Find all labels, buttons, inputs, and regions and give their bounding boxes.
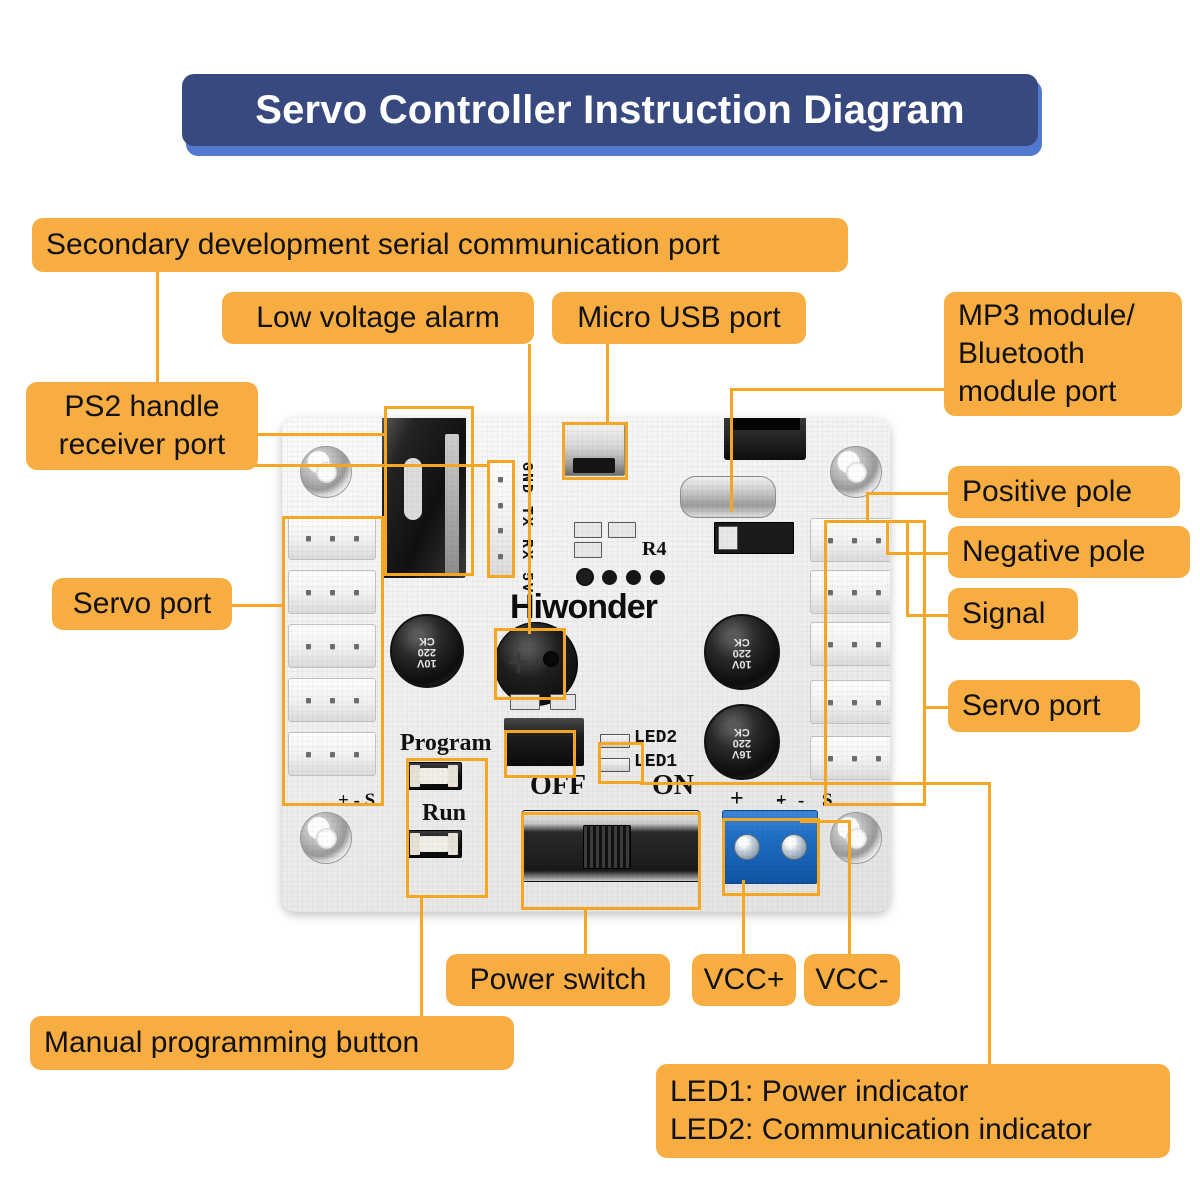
highlight-regulator [504, 730, 576, 778]
label-vcc-plus-text: VCC+ [703, 963, 785, 996]
leader-servo-right-h [926, 706, 950, 709]
label-servo-port-right-text: Servo port [962, 689, 1101, 722]
label-signal-text: Signal [962, 597, 1046, 630]
silkscreen-servo-minus: - [798, 790, 805, 811]
leader-vcc-plus-v [742, 880, 745, 956]
smd-resistor-3 [574, 542, 602, 558]
label-micro-usb-port-text: Micro USB port [577, 301, 781, 334]
test-pad-3 [626, 570, 641, 585]
smd-resistor-1 [574, 522, 602, 538]
label-low-voltage-alarm-text: Low voltage alarm [256, 301, 500, 334]
label-signal: Signal [948, 588, 1078, 640]
label-micro-usb-port: Micro USB port [552, 292, 806, 344]
capacitor-left: 10V 220 CK [390, 614, 464, 688]
silkscreen-terminal-plus: + [730, 786, 744, 812]
label-vcc-minus-text: VCC- [815, 963, 889, 996]
test-pad-4 [650, 570, 665, 585]
label-servo-port-right: Servo port [948, 680, 1140, 732]
leader-micro-usb-v [606, 344, 609, 424]
label-servo-port-left-text: Servo port [72, 587, 212, 620]
leader-vcc-minus-v [848, 820, 851, 956]
capacitor-right-bottom: 16V 220 CK [704, 704, 780, 780]
label-secondary-serial-port: Secondary development serial communicati… [32, 218, 848, 272]
leader-power-switch-v [584, 908, 587, 956]
highlight-servo-left [282, 516, 384, 806]
label-positive-pole-text: Positive pole [962, 475, 1133, 508]
label-servo-port-left: Servo port [52, 578, 232, 630]
leader-positive-h [866, 492, 950, 495]
label-positive-pole: Positive pole [948, 466, 1180, 518]
leader-mp3-h [730, 388, 950, 391]
leader-servo-left-h [232, 604, 284, 607]
capacitor-right-top: 10V 220 CK [704, 614, 780, 690]
label-mp3-bluetooth-port-text: MP3 module/ Bluetooth module port [958, 299, 1135, 408]
label-led-legend: LED1: Power indicator LED2: Communicatio… [656, 1064, 1170, 1158]
highlight-buttons [406, 758, 488, 898]
highlight-micro-usb [562, 422, 628, 480]
label-vcc-plus: VCC+ [692, 954, 796, 1006]
highlight-power-switch [521, 812, 701, 910]
leader-low-voltage-v [528, 344, 531, 634]
leader-manual-programming-v [420, 896, 423, 1016]
silkscreen-r4: R4 [642, 538, 667, 560]
smd-diode-cathode [718, 526, 738, 550]
highlight-serial-header [487, 460, 515, 578]
leader-led-legend-h [640, 782, 988, 785]
leader-mp3-v [730, 388, 733, 512]
label-vcc-minus: VCC- [804, 954, 900, 1006]
label-ps2-handle-port-text: PS2 handle receiver port [58, 390, 226, 461]
page-title-text: Servo Controller Instruction Diagram [255, 87, 965, 132]
leader-negative-v [886, 522, 889, 552]
leader-negative-h [886, 552, 950, 555]
leader-vcc-minus-h [800, 820, 848, 823]
label-manual-programming-button-text: Manual programming button [44, 1026, 420, 1059]
mounting-hole-top-left [300, 446, 352, 498]
label-negative-pole-text: Negative pole [962, 535, 1146, 568]
leader-signal-h [906, 614, 950, 617]
label-negative-pole: Negative pole [948, 526, 1190, 578]
leader-positive-drop [866, 492, 869, 522]
crystal-oscillator [680, 476, 776, 518]
highlight-leds [598, 742, 644, 784]
highlight-ps2-port [384, 406, 474, 576]
silkscreen-on: ON [652, 770, 694, 801]
smd-resistor-2 [608, 522, 636, 538]
page-title: Servo Controller Instruction Diagram [182, 74, 1038, 146]
label-secondary-serial-port-text: Secondary development serial communicati… [46, 228, 720, 261]
highlight-buzzer [494, 628, 566, 700]
mounting-hole-bottom-left [300, 812, 352, 864]
label-mp3-bluetooth-port: MP3 module/ Bluetooth module port [944, 292, 1182, 416]
mounting-hole-top-right [830, 446, 882, 498]
test-pad-2 [602, 570, 617, 585]
diagram-canvas: Servo Controller Instruction Diagram GND… [0, 0, 1200, 1200]
label-ps2-handle-port: PS2 handle receiver port [26, 382, 258, 470]
silkscreen-program: Program [400, 730, 492, 756]
silkscreen-serial-pins: GND TX RX 5V [518, 462, 535, 595]
label-manual-programming-button: Manual programming button [30, 1016, 514, 1070]
leader-signal-v [906, 522, 909, 614]
label-power-switch: Power switch [446, 954, 670, 1006]
silkscreen-terminal-minus: - [776, 786, 784, 812]
label-led-legend-text: LED1: Power indicator LED2: Communicatio… [670, 1075, 1092, 1146]
label-power-switch-text: Power switch [469, 963, 647, 996]
test-pad-1 [576, 568, 594, 586]
highlight-servo-right [824, 520, 926, 806]
mp3-bluetooth-header-pins [730, 418, 800, 430]
leader-led-legend-v [988, 782, 991, 1066]
leader-ps2-h [252, 433, 386, 436]
label-low-voltage-alarm: Low voltage alarm [222, 292, 534, 344]
highlight-terminal-block [722, 818, 820, 896]
